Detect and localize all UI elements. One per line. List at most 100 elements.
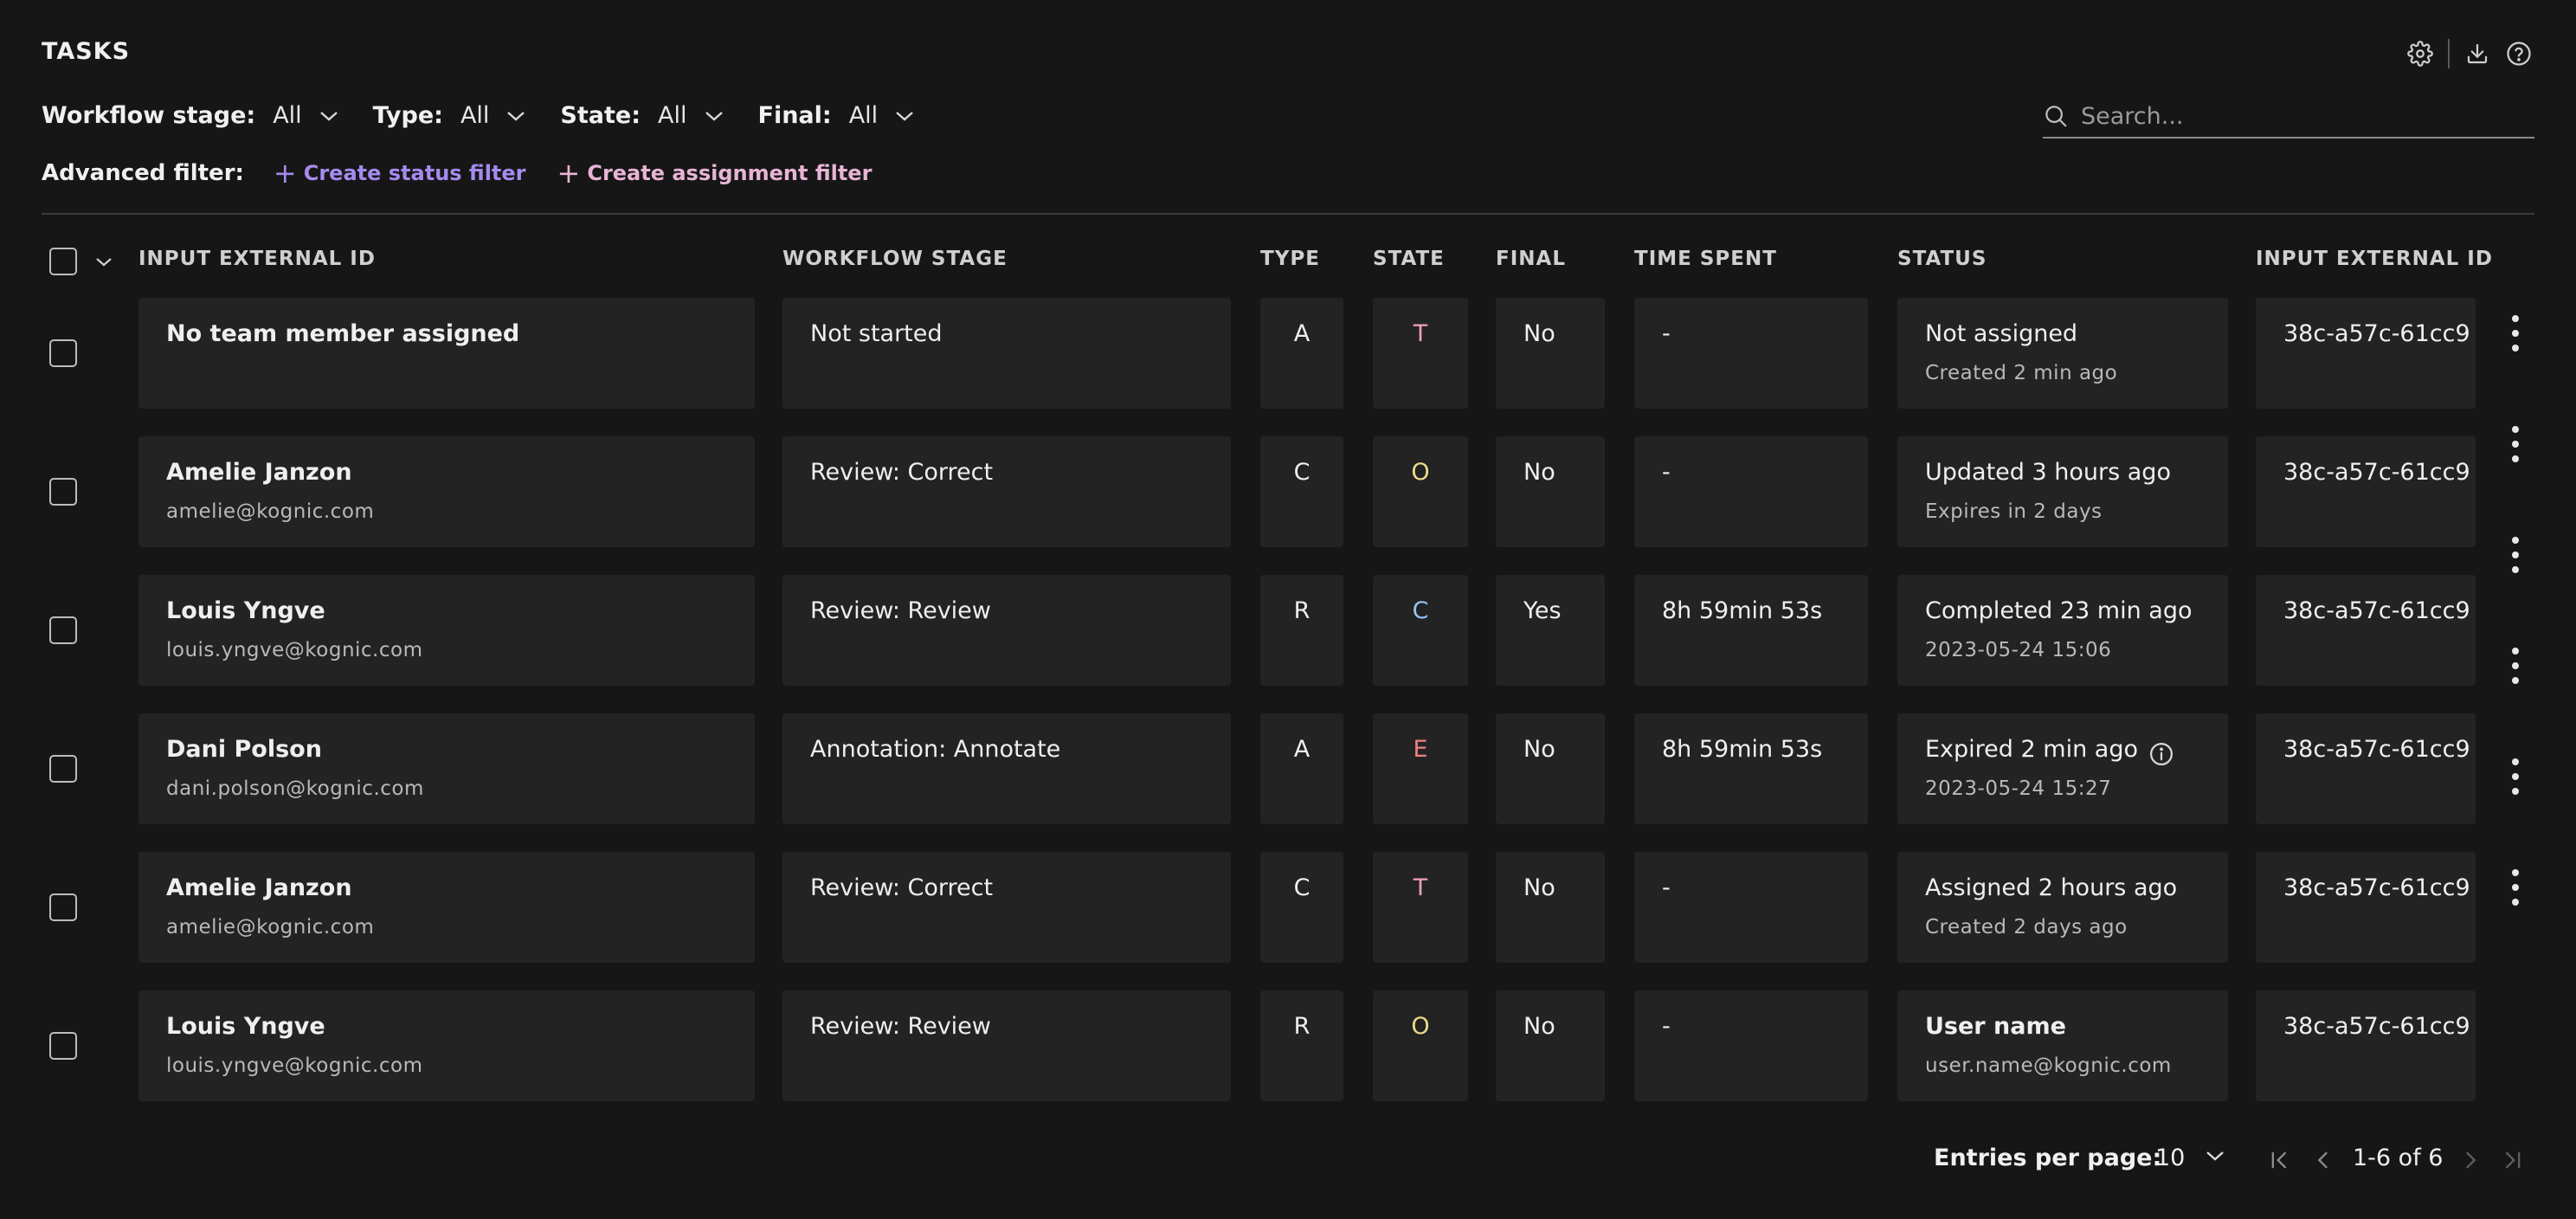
more-options-icon[interactable] <box>2510 758 2521 795</box>
search-input[interactable] <box>2079 101 2515 131</box>
final-value: No <box>1523 459 1555 486</box>
row-checkbox[interactable] <box>49 893 77 921</box>
column-header-workflow-stage[interactable]: WORKFLOW STAGE <box>782 248 1008 270</box>
cell-state: O <box>1373 990 1468 1101</box>
cell-workflow-stage: Review: Correct <box>782 852 1231 963</box>
status-detail: Created 2 days ago <box>1925 916 2128 938</box>
time-spent-value: - <box>1662 1013 1671 1040</box>
row-checkbox[interactable] <box>49 755 77 783</box>
cell-final: No <box>1496 436 1605 547</box>
cell-type: R <box>1260 990 1343 1101</box>
chevron-down-icon[interactable] <box>95 256 113 268</box>
input-external-id-value: 38c-a57c-61cc9 <box>2283 736 2470 763</box>
status-value: Updated 3 hours ago <box>1925 459 2171 486</box>
status-value: Expired 2 min ago <box>1925 736 2138 763</box>
time-spent-value: - <box>1662 320 1671 347</box>
cell-time-spent: - <box>1634 298 1868 409</box>
cell-time-spent: 8h 59min 53s <box>1634 575 1868 686</box>
table-row[interactable]: Amelie Janzon amelie@kognic.com Review: Co… <box>0 852 2576 963</box>
type-value: C <box>1293 459 1311 486</box>
cell-assignee: No team member assigned <box>138 298 755 409</box>
filter-label: Final: <box>757 102 832 129</box>
download-icon[interactable] <box>2462 38 2493 69</box>
last-page-icon[interactable] <box>2500 1148 2524 1172</box>
filter-type[interactable]: Type: All <box>373 102 526 129</box>
assignee-name: Amelie Janzon <box>166 459 352 486</box>
cell-assignee: Amelie Janzon amelie@kognic.com <box>138 852 755 963</box>
gear-icon[interactable] <box>2405 38 2436 69</box>
column-header-time-spent[interactable]: TIME SPENT <box>1634 248 1777 270</box>
cell-input-external-id: 38c-a57c-61cc9 <box>2256 575 2476 686</box>
state-value: C <box>1412 597 1429 624</box>
entries-per-page-select[interactable]: 10 <box>2155 1145 2185 1171</box>
next-page-icon[interactable] <box>2458 1148 2483 1172</box>
assignee-name: No team member assigned <box>166 320 520 347</box>
input-external-id-value: 38c-a57c-61cc9 <box>2283 320 2470 347</box>
previous-page-icon[interactable] <box>2311 1148 2335 1172</box>
cell-workflow-stage: Review: Review <box>782 990 1231 1101</box>
cell-workflow-stage: Review: Review <box>782 575 1231 686</box>
table-row[interactable]: Louis Yngve louis.yngve@kognic.com Review:… <box>0 990 2576 1101</box>
cell-status: Not assigned Created 2 min ago <box>1897 298 2228 409</box>
cell-assignee: Louis Yngve louis.yngve@kognic.com <box>138 990 755 1101</box>
filter-value: All <box>273 102 302 129</box>
select-all-checkbox[interactable] <box>49 248 77 275</box>
page-range: 1-6 of 6 <box>2353 1145 2444 1171</box>
column-header-type[interactable]: TYPE <box>1260 248 1320 270</box>
column-header-input-external-id[interactable]: INPUT EXTERNAL ID <box>138 248 376 270</box>
info-icon[interactable] <box>2148 741 2174 767</box>
workflow-stage-value: Review: Correct <box>810 459 994 486</box>
row-checkbox[interactable] <box>49 1032 77 1060</box>
time-spent-value: - <box>1662 459 1671 486</box>
chevron-down-icon[interactable] <box>2206 1150 2225 1162</box>
create-status-filter-button[interactable]: + Create status filter <box>274 159 526 187</box>
assignee-email: louis.yngve@kognic.com <box>166 1055 423 1077</box>
more-options-icon[interactable] <box>2510 426 2521 462</box>
status-detail: Expires in 2 days <box>1925 500 2103 523</box>
state-value: O <box>1411 459 1430 486</box>
chevron-down-icon <box>507 111 525 121</box>
first-page-icon[interactable] <box>2268 1148 2292 1172</box>
more-options-icon[interactable] <box>2510 869 2521 906</box>
workflow-stage-value: Review: Correct <box>810 874 994 901</box>
filter-workflow-stage[interactable]: Workflow stage: All <box>42 102 338 129</box>
table-row[interactable]: Dani Polson dani.polson@kognic.com Annotat… <box>0 713 2576 824</box>
column-header-status[interactable]: STATUS <box>1897 248 1987 270</box>
assignee-email: dani.polson@kognic.com <box>166 777 424 800</box>
table-row[interactable]: Louis Yngve louis.yngve@kognic.com Review:… <box>0 575 2576 686</box>
filter-value: All <box>848 102 879 129</box>
filter-state[interactable]: State: All <box>560 102 723 129</box>
more-options-icon[interactable] <box>2510 648 2521 684</box>
state-value: T <box>1413 320 1428 347</box>
time-spent-value: 8h 59min 53s <box>1662 597 1823 624</box>
row-checkbox[interactable] <box>49 339 77 367</box>
final-value: No <box>1523 1013 1555 1040</box>
toolbar <box>2405 38 2534 69</box>
more-options-icon[interactable] <box>2510 537 2521 573</box>
chevron-down-icon <box>319 111 338 121</box>
search-icon <box>2045 106 2067 127</box>
create-assignment-filter-button[interactable]: + Create assignment filter <box>557 159 873 187</box>
filter-final[interactable]: Final: All <box>758 102 915 129</box>
cell-input-external-id: 38c-a57c-61cc9 <box>2256 436 2476 547</box>
cell-workflow-stage: Review: Correct <box>782 436 1231 547</box>
table-row[interactable]: Amelie Janzon amelie@kognic.com Review: Co… <box>0 436 2576 547</box>
row-checkbox[interactable] <box>49 616 77 644</box>
cell-type: R <box>1260 575 1343 686</box>
table-row[interactable]: No team member assigned Not started A T No - N… <box>0 298 2576 409</box>
status-detail: 2023-05-24 15:27 <box>1925 777 2112 800</box>
time-spent-value: - <box>1662 874 1671 901</box>
row-checkbox[interactable] <box>49 478 77 506</box>
workflow-stage-value: Review: Review <box>810 597 991 624</box>
help-icon[interactable] <box>2503 38 2534 69</box>
more-options-icon[interactable] <box>2510 315 2521 352</box>
column-header-input-external-id-2[interactable]: INPUT EXTERNAL ID <box>2256 248 2493 270</box>
toolbar-divider <box>2448 39 2450 68</box>
filter-label: State: <box>560 102 641 129</box>
column-header-state[interactable]: STATE <box>1373 248 1445 270</box>
cell-status: Expired 2 min ago 2023-05-24 15:27 <box>1897 713 2228 824</box>
type-value: A <box>1293 320 1311 347</box>
input-external-id-value: 38c-a57c-61cc9 <box>2283 874 2470 901</box>
assignee-name: Louis Yngve <box>166 1013 325 1040</box>
column-header-final[interactable]: FINAL <box>1496 248 1566 270</box>
